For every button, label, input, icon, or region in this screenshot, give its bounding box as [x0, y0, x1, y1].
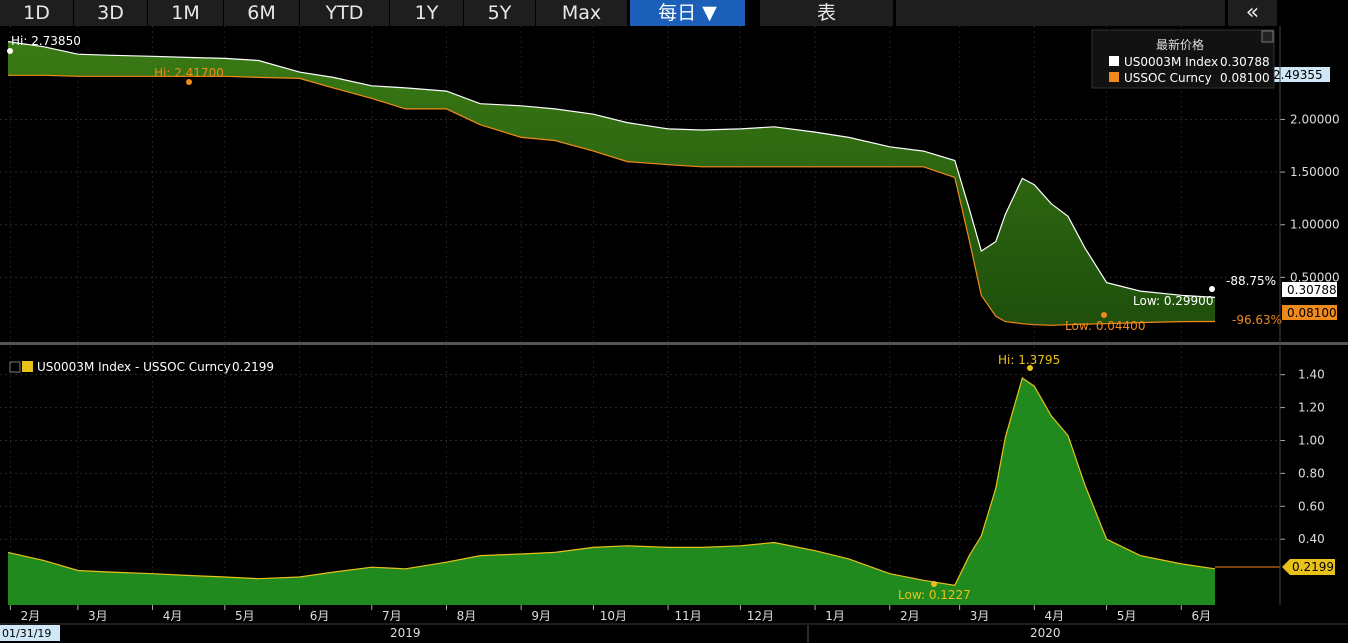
- month-label: 9月: [531, 609, 551, 623]
- top-ytick-label: 1.50000: [1290, 165, 1340, 179]
- month-label: 5月: [235, 609, 255, 623]
- month-label: 3月: [970, 609, 990, 623]
- legend-swatch-white: [1109, 56, 1119, 66]
- legend-value-orange: 0.08100: [1220, 71, 1270, 85]
- top-ytick-label: 2.00000: [1290, 112, 1340, 126]
- bottom-ytick-label: 1.40: [1298, 368, 1325, 382]
- spread-low-marker: [931, 581, 937, 587]
- low-white-marker: [1209, 286, 1215, 292]
- month-label: 10月: [600, 609, 627, 623]
- legend-title: 最新价格: [1156, 37, 1204, 52]
- top-panel: 2.000001.500001.000000.50000 Hi: 2.73850…: [0, 26, 1340, 605]
- hi-white-marker: [7, 48, 13, 54]
- bottom-ytick-label: 1.20: [1298, 401, 1325, 415]
- month-label: 2月: [21, 609, 41, 623]
- top-y-ticks: 2.000001.500001.000000.50000: [1280, 112, 1340, 284]
- spread-hi-label: Hi: 1.3795: [998, 353, 1060, 367]
- bottom-ytick-label: 0.60: [1298, 499, 1325, 513]
- last-orange-value: 0.08100: [1287, 306, 1337, 320]
- low-orange-label: Low: 0.04400: [1065, 319, 1145, 333]
- low-orange-marker: [1101, 312, 1107, 318]
- x-axis: 01/31/19 2019 2020 2月 3月 4月 5月 6月 7月 8月 9月 10月 11…: [0, 605, 1348, 643]
- month-label: 11月: [674, 609, 701, 623]
- hi-white-label: Hi: 2.73850: [11, 34, 81, 48]
- pct-orange-label: -96.63%: [1232, 313, 1282, 327]
- last-white-value: 0.30788: [1287, 283, 1337, 297]
- last-spread-value: 0.2199: [1292, 560, 1334, 574]
- start-date-label: 01/31/19: [2, 627, 51, 640]
- pct-white-label: -88.75%: [1226, 274, 1276, 288]
- bottom-ytick-label: 1.00: [1298, 433, 1325, 447]
- month-label: 5月: [1117, 609, 1137, 623]
- year-label-2019: 2019: [390, 626, 421, 640]
- hi-orange-label: Hi: 2.41700: [154, 66, 224, 80]
- spread-legend-name: US0003M Index - USSOC Curncy: [37, 360, 231, 374]
- spread-low-label: Low: 0.1227: [898, 588, 971, 602]
- legend-name-white: US0003M Index: [1124, 55, 1218, 69]
- top-ytick-label: 1.00000: [1290, 218, 1340, 232]
- panel-divider[interactable]: [0, 342, 1348, 345]
- spread-area-fill: [8, 378, 1215, 605]
- spread-legend-expand-icon[interactable]: [9, 361, 21, 373]
- month-label: 6月: [1191, 609, 1211, 623]
- legend-swatch-orange: [1109, 72, 1119, 82]
- spread-legend-value: 0.2199: [232, 360, 274, 374]
- month-label: 1月: [825, 609, 845, 623]
- month-label: 7月: [382, 609, 402, 623]
- month-label: 12月: [747, 609, 774, 623]
- month-label: 6月: [310, 609, 330, 623]
- legend-collapse-icon[interactable]: [1261, 30, 1274, 43]
- chart-canvas: 2.000001.500001.000000.50000 Hi: 2.73850…: [0, 26, 1348, 643]
- bottom-ytick-label: 0.80: [1298, 466, 1325, 480]
- bottom-ytick-label: 0.40: [1298, 532, 1325, 546]
- legend-value-white: 0.30788: [1220, 55, 1270, 69]
- bottom-panel: 1.40 1.20 1.00 0.80 0.60 0.40 Hi: 1.3795 Low:…: [0, 353, 1335, 605]
- month-label: 8月: [457, 609, 477, 623]
- low-white-label: Low: 0.29900: [1133, 294, 1213, 308]
- bottom-y-ticks: 1.40 1.20 1.00 0.80 0.60 0.40: [1280, 368, 1325, 546]
- month-label: 4月: [163, 609, 183, 623]
- year-label-2020: 2020: [1030, 626, 1061, 640]
- legend-name-orange: USSOC Curncy: [1124, 71, 1212, 85]
- month-label: 4月: [1044, 609, 1064, 623]
- month-label: 2月: [900, 609, 920, 623]
- month-label: 3月: [88, 609, 108, 623]
- spread-legend-swatch: [22, 361, 33, 372]
